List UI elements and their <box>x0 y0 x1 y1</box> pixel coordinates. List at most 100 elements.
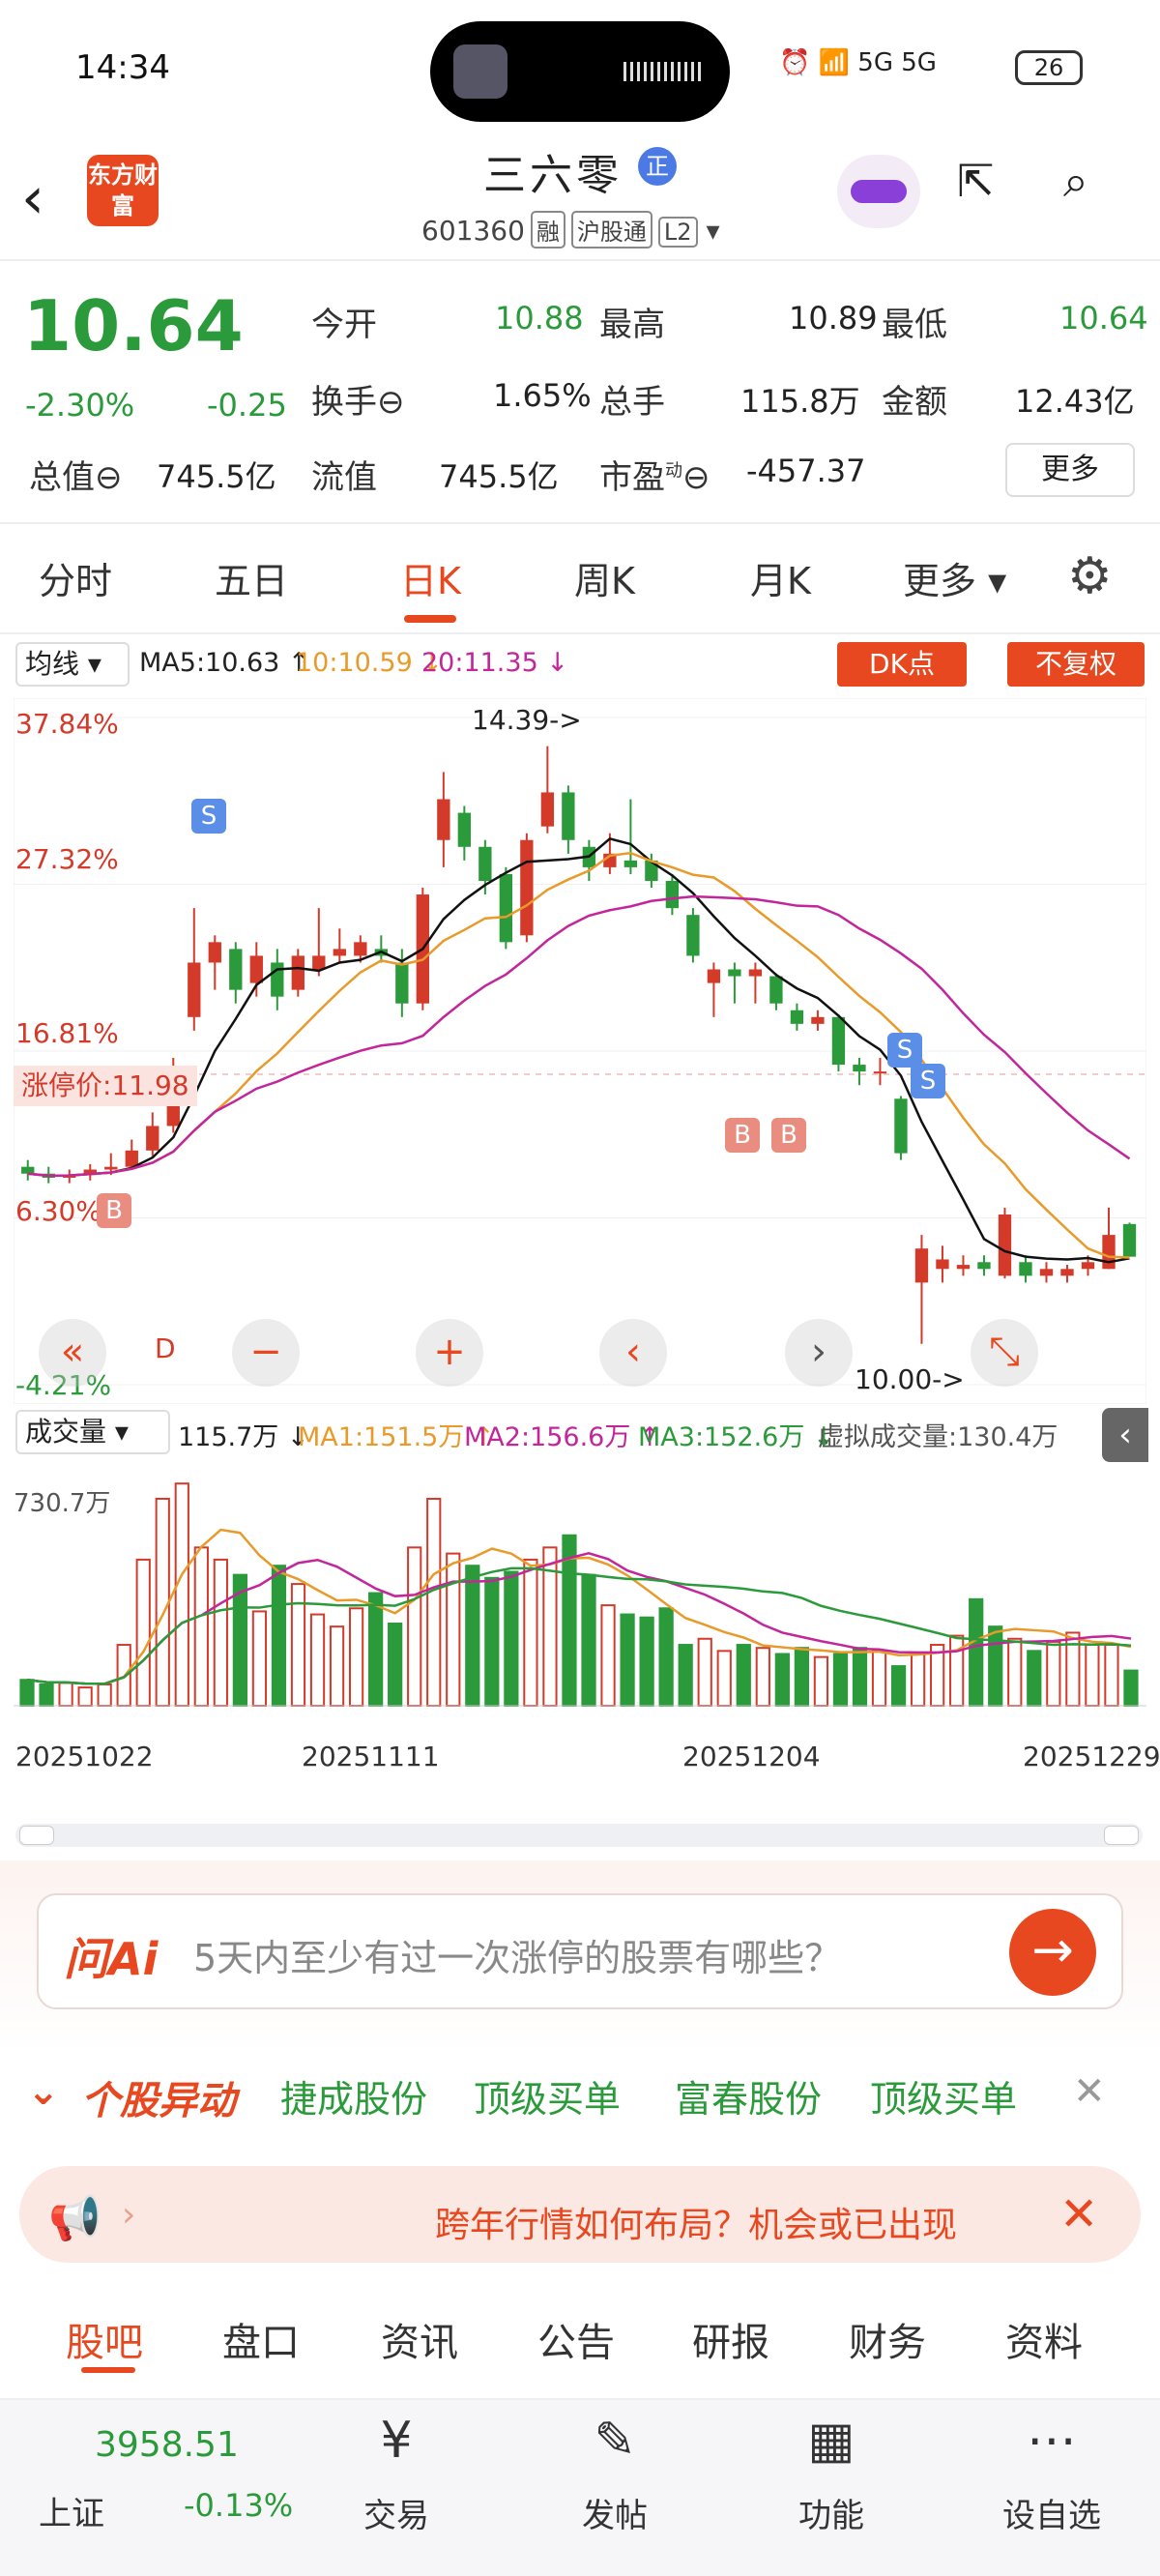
candle-body <box>831 1016 846 1066</box>
anomaly-item-3[interactable]: 富春股份 <box>675 2069 822 2122</box>
scroll-left-fast-icon[interactable]: « <box>39 1319 106 1387</box>
active-tab-indicator <box>81 2367 135 2373</box>
anomaly-item-4[interactable]: 顶级买单 <box>870 2069 1017 2122</box>
tab-profile[interactable]: 资料 <box>1005 2311 1083 2367</box>
volume-bar <box>426 1497 442 1708</box>
scroll-left-icon[interactable]: ‹ <box>599 1319 667 1387</box>
functions-button[interactable]: ▦ 功能 <box>783 2412 880 2536</box>
candle-body <box>291 955 304 990</box>
chevron-down-icon[interactable]: ⌄ <box>27 2069 60 2114</box>
status-icons: ⏰ 📶 5G 5G <box>779 48 937 77</box>
date-label-2: 20251111 <box>302 1741 440 1772</box>
sell-marker-3[interactable]: S <box>911 1064 945 1098</box>
tag-rong[interactable]: 融 <box>530 211 566 249</box>
ai-question-text[interactable]: 5天内至少有过一次涨停的股票有哪些？ <box>193 1928 841 1981</box>
volume-select[interactable]: 成交量 ▾ <box>15 1410 170 1454</box>
collapse-panel-icon[interactable]: ‹ <box>1102 1408 1148 1462</box>
low-label: 最低 <box>882 306 947 344</box>
volume-bar <box>523 1558 538 1707</box>
volume-bar <box>446 1552 461 1707</box>
pe-label[interactable]: 市盈动⊖ <box>599 451 710 498</box>
tab-news[interactable]: 资讯 <box>381 2311 458 2367</box>
sell-marker-2[interactable]: S <box>887 1033 922 1068</box>
tab-week-k[interactable]: 周K <box>574 551 635 604</box>
dynamic-island[interactable] <box>430 21 730 122</box>
kline-chart[interactable] <box>14 698 1146 1404</box>
more-dots-icon: ⋯ <box>1027 2412 1077 2470</box>
candle-body <box>686 915 700 956</box>
stock-code-line: 601360 融沪股通 L2 ▾ <box>421 211 720 249</box>
close-icon[interactable]: ✕ <box>1059 2187 1098 2241</box>
ai-robot-icon[interactable] <box>837 155 920 228</box>
status-badge: 正 <box>638 147 677 186</box>
chevron-right-icon: › <box>122 2195 136 2235</box>
audio-wave-icon <box>624 62 701 81</box>
buy-marker-3[interactable]: B <box>771 1118 806 1153</box>
tab-finance[interactable]: 财务 <box>849 2311 926 2367</box>
change-value: -0.25 <box>207 387 287 424</box>
index-value[interactable]: 3958.51 <box>95 2425 239 2465</box>
volume-bar <box>794 1647 809 1707</box>
fullscreen-icon[interactable]: ⤡ <box>971 1319 1038 1387</box>
ma-select[interactable]: 均线 ▾ <box>15 642 130 687</box>
volume-bar <box>329 1625 345 1708</box>
more-button[interactable]: 更多 <box>1005 443 1135 497</box>
tab-forum[interactable]: 股吧 <box>66 2311 143 2367</box>
candle-body <box>188 962 201 1017</box>
tab-day-k[interactable]: 日K <box>400 551 461 604</box>
share-icon[interactable]: ⇱ <box>957 155 995 207</box>
arrow-right-icon[interactable]: → <box>1009 1909 1096 1996</box>
zoom-out-icon[interactable]: − <box>232 1319 300 1387</box>
buy-marker-2[interactable]: B <box>725 1118 760 1153</box>
gear-icon[interactable]: ⚙ <box>1067 547 1113 605</box>
tab-five-day[interactable]: 五日 <box>215 551 288 604</box>
volume-bar <box>697 1637 712 1707</box>
total-mv-label[interactable]: 总值⊖ <box>29 451 123 498</box>
back-icon[interactable]: ‹ <box>21 164 44 232</box>
candle-body <box>624 860 638 867</box>
volume-bar <box>736 1644 751 1707</box>
sell-marker-1[interactable]: S <box>191 799 226 834</box>
min-price-label: 10.00-> <box>855 1363 965 1395</box>
tab-month-k[interactable]: 月K <box>750 551 811 604</box>
volume-bar <box>309 1613 326 1708</box>
close-icon[interactable]: ✕ <box>1073 2069 1106 2114</box>
scroll-right-icon[interactable]: › <box>785 1319 853 1387</box>
turnover-label[interactable]: 换手⊖ <box>311 375 405 423</box>
volume-bar <box>1046 1640 1061 1707</box>
tag-hgt[interactable]: 沪股通 <box>570 211 652 249</box>
tab-more[interactable]: 更多 ▾ <box>903 551 1006 604</box>
zoom-in-icon[interactable]: + <box>416 1319 483 1387</box>
volume-bar <box>600 1604 616 1707</box>
volume-bar <box>1027 1650 1042 1707</box>
anomaly-item-2[interactable]: 顶级买单 <box>474 2069 621 2122</box>
volume-bar <box>1104 1644 1119 1707</box>
post-button[interactable]: ✎ 发帖 <box>566 2412 663 2536</box>
candle-body <box>499 873 513 943</box>
trade-button[interactable]: ¥ 交易 <box>348 2412 445 2536</box>
tab-research[interactable]: 研报 <box>692 2311 769 2367</box>
volume-bar <box>755 1647 770 1707</box>
search-icon[interactable]: ⌕ <box>1063 155 1088 209</box>
tab-announcement[interactable]: 公告 <box>537 2311 615 2367</box>
d-marker: D <box>155 1332 176 1364</box>
buy-marker-1[interactable]: B <box>97 1193 131 1228</box>
tab-orderbook[interactable]: 盘口 <box>222 2311 300 2367</box>
index-name[interactable]: 上证 <box>39 2487 104 2534</box>
candle-body <box>21 1166 35 1174</box>
volume-chart[interactable] <box>14 1464 1146 1721</box>
tag-l2[interactable]: L2 <box>657 217 698 248</box>
dk-point-button[interactable]: DK点 <box>837 642 967 687</box>
add-watchlist-button[interactable]: ⋯ 设自选 <box>994 2412 1110 2536</box>
range-scrollbar[interactable] <box>15 1824 1143 1847</box>
volume-bar <box>969 1597 984 1707</box>
tab-intraday[interactable]: 分时 <box>39 551 112 604</box>
app-logo[interactable]: 东方财富 <box>87 155 159 226</box>
volume-bar <box>910 1653 926 1708</box>
chevron-down-icon[interactable]: ▾ <box>706 215 719 247</box>
no-adjust-button[interactable]: 不复权 <box>1007 642 1145 687</box>
signal-text: 5G 5G <box>857 48 937 77</box>
ad-text[interactable]: 跨年行情如何布局？机会或已出现 <box>435 2197 1034 2247</box>
volume-bar <box>1085 1644 1100 1707</box>
anomaly-item-1[interactable]: 捷成股份 <box>280 2069 427 2122</box>
